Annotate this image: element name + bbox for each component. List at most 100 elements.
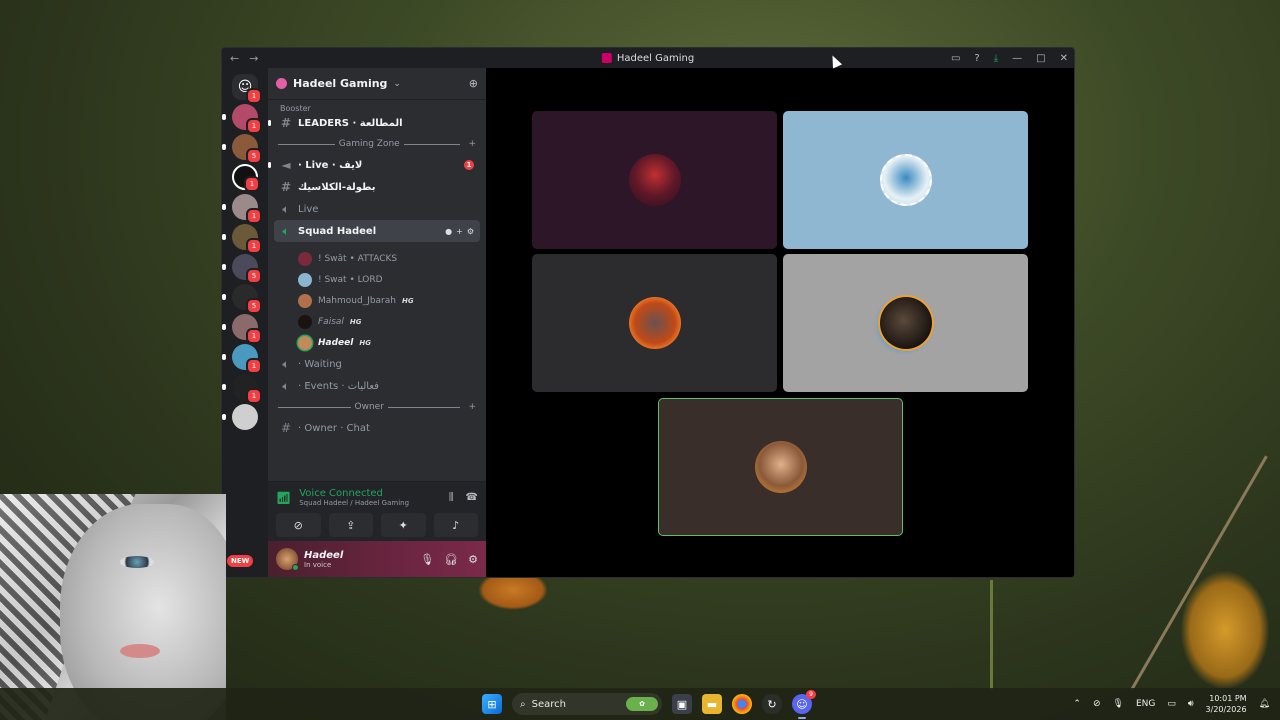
online-status-dot [292, 564, 299, 571]
channel-item[interactable]: Booster [274, 104, 480, 112]
app-icon[interactable]: ↻ [762, 694, 782, 714]
discord-home-button[interactable]: ☺ 1 [232, 74, 262, 104]
invite-icon[interactable]: + [456, 227, 463, 236]
chrome-icon[interactable] [732, 694, 752, 714]
channel-item[interactable]: ◄ · Live · لايف 1 [268, 154, 480, 176]
chat-icon[interactable]: ● [445, 227, 452, 236]
category-owner[interactable]: Owner + [274, 397, 480, 417]
server-icon[interactable]: 1 [222, 314, 262, 344]
notification-badge: 5 [246, 298, 262, 314]
server-icon[interactable]: 5 [222, 254, 262, 284]
participant-tile[interactable] [532, 111, 777, 249]
help-icon[interactable]: ? [974, 53, 979, 64]
voice-channel-item[interactable]: 🔈︎ · Waiting [274, 353, 480, 375]
inbox-icon[interactable]: ▭ [951, 53, 960, 64]
voice-channel-item[interactable]: 🔈︎ Live [274, 198, 480, 220]
speaker-icon: 🔈︎ [282, 201, 290, 216]
server-icon[interactable]: 5 [222, 134, 262, 164]
channel-item[interactable]: # بطولة-الكلاسيك [274, 176, 480, 198]
voice-stage [486, 68, 1074, 577]
add-channel-icon[interactable]: + [468, 402, 476, 412]
server-icon[interactable]: 1 [222, 374, 262, 404]
category-gaming-zone[interactable]: Gaming Zone + [274, 134, 480, 154]
microphone-icon[interactable]: 🎙︎ [1113, 699, 1124, 709]
voice-channel-link[interactable]: Squad Hadeel / Hadeel Gaming [299, 499, 441, 507]
user-name: Hadeel [318, 337, 354, 348]
avatar [298, 293, 312, 308]
server-icon[interactable]: 1 [222, 344, 262, 374]
voice-user[interactable]: ! Swât • ATTACKS [274, 248, 480, 269]
discord-icon[interactable]: ☺ 9 [792, 690, 816, 719]
volume-icon[interactable]: 🔊︎ [1188, 699, 1194, 709]
server-icon[interactable]: 1 [232, 164, 260, 192]
speaker-icon: 🔈︎ [282, 223, 290, 238]
server-icon[interactable]: 1 [222, 224, 262, 254]
language-indicator[interactable]: ENG [1136, 699, 1155, 709]
participant-tile[interactable] [783, 254, 1028, 392]
voice-user[interactable]: Faisal HG [274, 311, 480, 332]
search-box[interactable]: ⌕ Search ✿ [512, 693, 662, 715]
screen-share-button[interactable]: ⇪ [328, 513, 373, 537]
disconnect-icon[interactable]: ☎ [466, 492, 478, 503]
clock[interactable]: 10:01 PM 3/20/2026 [1206, 693, 1247, 715]
forward-arrow-icon[interactable]: → [249, 52, 258, 65]
avatar [879, 154, 932, 206]
hash-icon: # [280, 116, 292, 130]
network-off-icon[interactable]: ⊘ [1093, 699, 1101, 709]
voice-panel: 📶︎ Voice Connected Squad Hadeel / Hadeel… [268, 481, 486, 541]
download-icon[interactable]: ⤓ [994, 53, 998, 64]
channel-label: · Owner · Chat [298, 422, 370, 434]
announcement-icon: ◄ [281, 158, 291, 172]
notification-bell-icon[interactable]: 🔔︎ [1259, 699, 1270, 709]
voice-channel-item[interactable]: 🔈︎ · Events · فعاليات [274, 375, 480, 397]
voice-user[interactable]: Hadeel HG [274, 332, 480, 353]
gear-icon[interactable]: ⚙ [467, 227, 474, 236]
server-icon[interactable] [222, 404, 258, 430]
server-icon[interactable]: 1 [222, 104, 262, 134]
notification-badge: 1 [246, 388, 262, 404]
camera-off-button[interactable]: ⊘ [276, 513, 321, 537]
server-icon[interactable]: 5 [222, 284, 262, 314]
channel-label: · Waiting [298, 358, 342, 370]
chevron-up-icon[interactable]: ⌃ [1073, 699, 1081, 709]
discord-window: ← → Hadeel Gaming ▭ ? ⤓ — □ ✕ ☺ 1 1 5 1 1… [221, 47, 1075, 578]
close-icon[interactable]: ✕ [1060, 53, 1068, 64]
user-name: ! Swât • ATTACKS [318, 253, 398, 264]
notification-badge: 1 [246, 238, 262, 254]
add-member-icon[interactable]: ⊕ [469, 77, 478, 90]
noise-suppression-icon[interactable]: ⫼ [449, 492, 454, 503]
maximize-icon[interactable]: □ [1036, 53, 1045, 64]
window-title: Hadeel Gaming [601, 53, 694, 64]
task-view-icon[interactable]: ▣ [672, 694, 692, 714]
background-stem [990, 580, 993, 690]
notification-badge: 9 [806, 690, 816, 699]
signal-icon[interactable]: 📶︎ [276, 491, 291, 505]
participant-tile[interactable] [783, 111, 1028, 249]
avatar[interactable] [276, 548, 299, 571]
headphones-icon[interactable]: 🎧︎ [444, 553, 458, 566]
gear-icon[interactable]: ⚙ [468, 553, 478, 566]
guild-icon [276, 78, 287, 89]
search-icon: ⌕ [520, 698, 526, 710]
voice-user[interactable]: ! Swat • LORD [274, 269, 480, 290]
guild-header[interactable]: Hadeel Gaming ⌄ ⊕ [268, 68, 486, 100]
microphone-icon[interactable]: 🎙︎ [420, 553, 434, 566]
monitor-icon[interactable]: ▭ [1167, 699, 1176, 709]
activities-button[interactable]: ✦ [381, 513, 426, 537]
channel-item[interactable]: # 𝗟𝗘𝗔𝗗𝗘𝗥𝗦 · المطالعة [268, 112, 480, 134]
add-channel-icon[interactable]: + [468, 139, 476, 149]
participant-tile-speaking[interactable] [658, 398, 903, 536]
minimize-icon[interactable]: — [1012, 53, 1022, 64]
voice-status[interactable]: Voice Connected [299, 488, 441, 499]
voice-user[interactable]: Mahmoud_Jbarah HG [274, 290, 480, 311]
participant-tile[interactable] [532, 254, 777, 392]
back-arrow-icon[interactable]: ← [230, 52, 239, 65]
voice-channel-item-active[interactable]: 🔈︎ Squad Hadeel ● + ⚙ [274, 220, 480, 242]
server-icon[interactable]: 1 [222, 194, 262, 224]
file-explorer-icon[interactable]: ▬ [702, 694, 722, 714]
avatar [298, 251, 312, 266]
windows-start-icon[interactable]: ⊞ [482, 694, 502, 714]
channel-item[interactable]: # · Owner · Chat [274, 417, 480, 439]
avatar [298, 335, 312, 350]
soundboard-button[interactable]: ♪ [433, 513, 478, 537]
